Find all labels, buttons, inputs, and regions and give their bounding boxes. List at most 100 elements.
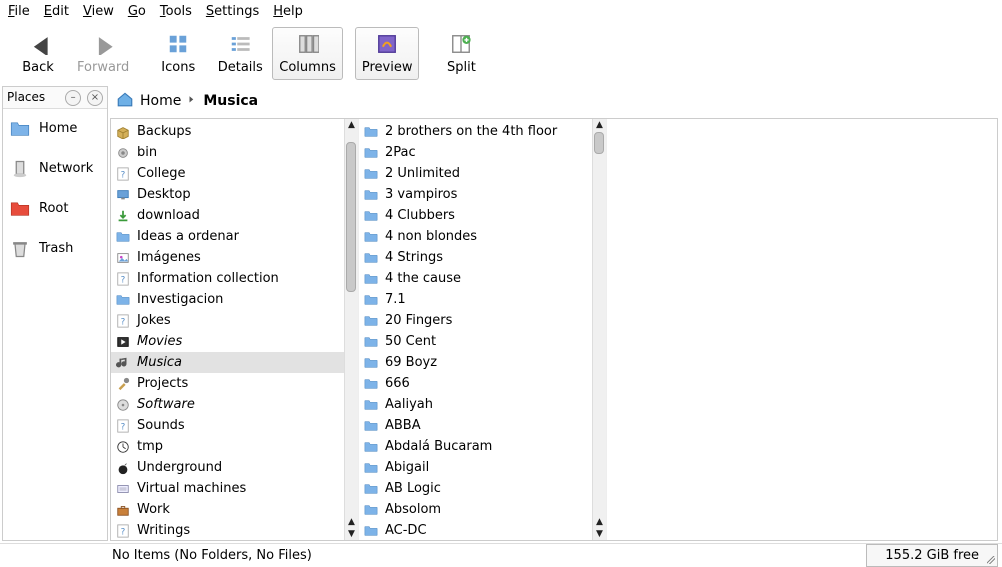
list-item[interactable]: Aaliyah [359,394,592,415]
list-item[interactable]: Backups [111,121,344,142]
columns-icon [296,32,320,56]
list-item[interactable]: Projects [111,373,344,394]
place-home[interactable]: Home [3,109,107,149]
scrollbar[interactable]: ▲ ▲ ▼ [592,119,606,540]
list-item[interactable]: download [111,205,344,226]
folder-icon [363,146,379,160]
list-item[interactable]: Abdalá Bucaram [359,436,592,457]
menu-settings[interactable]: Settings [206,4,259,19]
places-sidebar: Places – × Home Network Root Trash [2,86,108,541]
clock-icon [115,440,131,454]
item-label: Writings [137,523,190,538]
home-icon[interactable] [116,90,134,112]
list-item[interactable]: 3 vampiros [359,184,592,205]
folder-red-icon [9,199,31,219]
menu-help[interactable]: Help [273,4,303,19]
list-item[interactable]: 50 Cent [359,331,592,352]
crumb-home[interactable]: Home [140,93,181,109]
place-network[interactable]: Network [3,149,107,189]
list-item[interactable]: Software [111,394,344,415]
scrollbar[interactable]: ▲ ▲ ▼ [344,119,358,540]
list-item[interactable]: 4 Strings [359,247,592,268]
details-button[interactable]: Details [210,27,270,80]
pkg-icon [115,125,131,139]
item-label: Information collection [137,271,279,286]
list-item[interactable]: 2 Unlimited [359,163,592,184]
list-item[interactable]: Sounds [111,415,344,436]
item-label: 20 Fingers [385,313,452,328]
place-label: Home [39,121,77,136]
list-item[interactable]: 2 brothers on the 4th floor [359,121,592,142]
list-item[interactable]: Investigacion [111,289,344,310]
menu-view[interactable]: View [83,4,114,19]
list-item[interactable]: 2Pac [359,142,592,163]
list-item[interactable]: Jokes [111,310,344,331]
list-item[interactable]: Information collection [111,268,344,289]
list-item[interactable]: Virtual machines [111,478,344,499]
item-label: 4 Clubbers [385,208,455,223]
folder-icon [115,293,131,307]
place-root[interactable]: Root [3,189,107,229]
list-item[interactable]: Ideas a ordenar [111,226,344,247]
crumb-musica[interactable]: Musica [203,93,258,109]
desktop-icon [115,188,131,202]
scroll-up2-icon[interactable]: ▲ [596,516,603,528]
unknown-icon [115,272,131,286]
list-item[interactable]: Work [111,499,344,520]
toolbar: Back Forward Icons Details Columns Previ… [0,23,1002,86]
list-item[interactable]: Absolom [359,499,592,520]
places-minimize-icon[interactable]: – [65,90,81,106]
list-item[interactable]: ABBA [359,415,592,436]
icons-button[interactable]: Icons [148,27,208,80]
list-item[interactable]: AC-DC [359,520,592,540]
item-label: ABBA [385,418,421,433]
columns-button[interactable]: Columns [272,27,343,80]
list-item[interactable]: Underground [111,457,344,478]
menu-file[interactable]: File [8,4,30,19]
list-item[interactable]: 20 Fingers [359,310,592,331]
column-0: Backups bin College Desktop download Ide… [111,119,359,540]
list-item[interactable]: bin [111,142,344,163]
column-empty [607,119,997,540]
menu-tools[interactable]: Tools [160,4,192,19]
scroll-thumb[interactable] [594,132,604,154]
item-label: 4 Strings [385,250,443,265]
list-item[interactable]: College [111,163,344,184]
folder-icon [363,503,379,517]
list-item[interactable]: 4 the cause [359,268,592,289]
scroll-up-icon[interactable]: ▲ [596,119,603,131]
unknown-icon [115,419,131,433]
list-item[interactable]: tmp [111,436,344,457]
folder-icon [363,461,379,475]
list-item[interactable]: 69 Boyz [359,352,592,373]
list-item[interactable]: 7.1 [359,289,592,310]
scroll-up2-icon[interactable]: ▲ [348,516,355,528]
list-item[interactable]: Abigail [359,457,592,478]
list-item[interactable]: 4 Clubbers [359,205,592,226]
list-item[interactable]: 4 non blondes [359,226,592,247]
folder-icon [363,356,379,370]
icons-label: Icons [161,60,195,75]
preview-button[interactable]: Preview [355,27,420,80]
menu-edit[interactable]: Edit [44,4,69,19]
list-item[interactable]: Desktop [111,184,344,205]
places-close-icon[interactable]: × [87,90,103,106]
folder-icon [363,230,379,244]
folder-icon [363,440,379,454]
list-item[interactable]: Writings [111,520,344,540]
list-item[interactable]: Movies [111,331,344,352]
scroll-up-icon[interactable]: ▲ [348,119,355,131]
list-item[interactable]: 666 [359,373,592,394]
scroll-down-icon[interactable]: ▼ [348,528,355,540]
split-button[interactable]: Split [431,27,491,80]
item-label: Investigacion [137,292,223,307]
list-item[interactable]: AB Logic [359,478,592,499]
list-item[interactable]: Imágenes [111,247,344,268]
list-item[interactable]: Musica [111,352,344,373]
back-button[interactable]: Back [8,27,68,80]
scroll-thumb[interactable] [346,142,356,292]
place-trash[interactable]: Trash [3,229,107,269]
scroll-down-icon[interactable]: ▼ [596,528,603,540]
folder-icon [363,377,379,391]
menu-go[interactable]: Go [128,4,146,19]
